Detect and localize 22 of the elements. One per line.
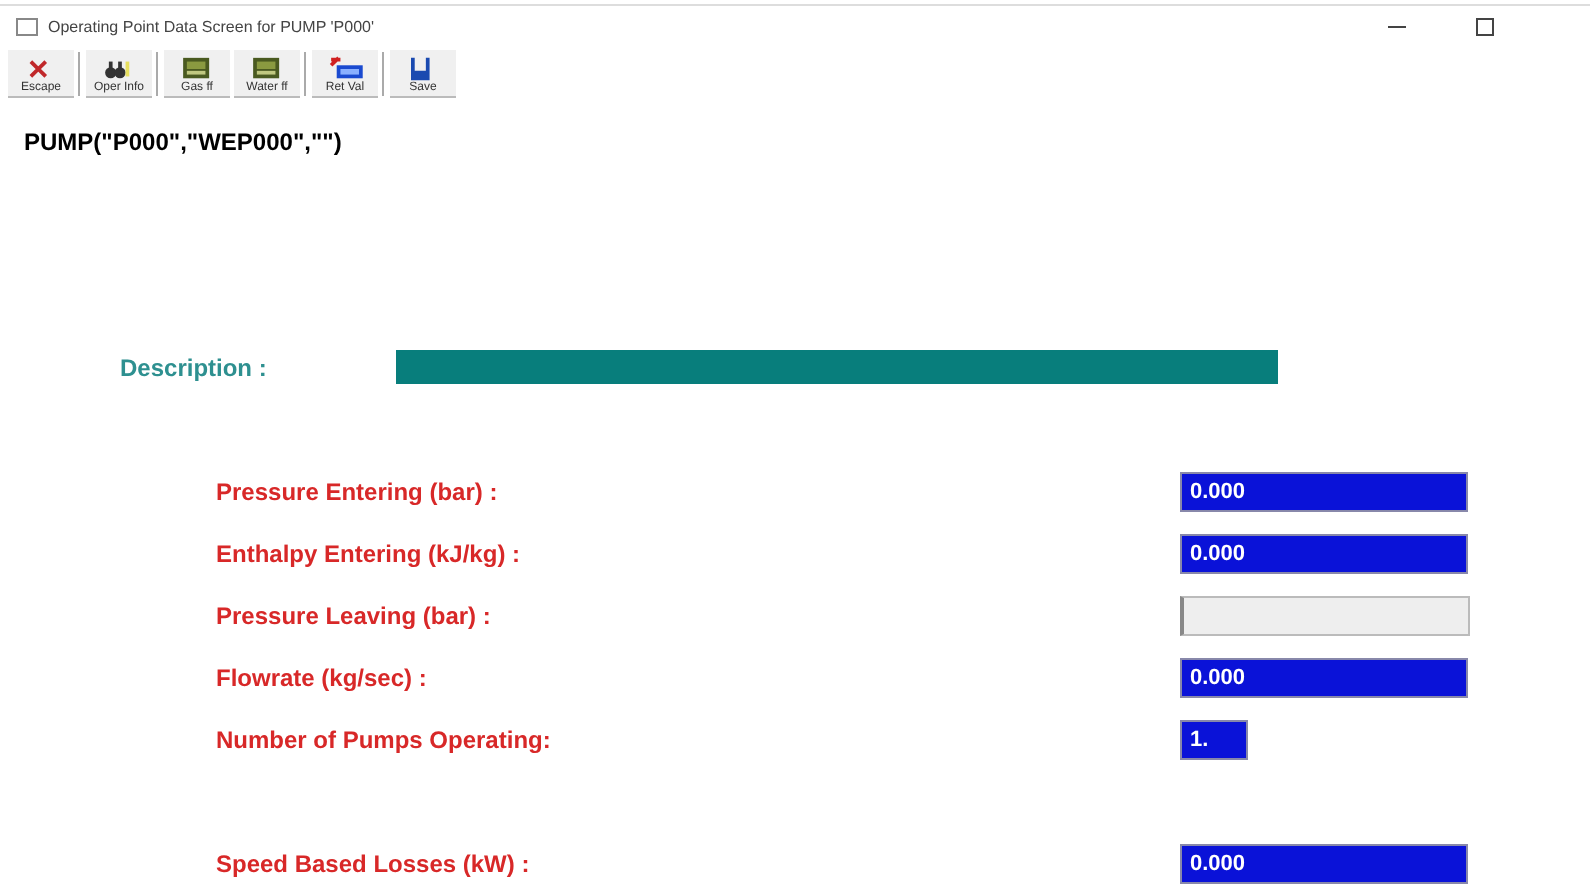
panel-icon — [179, 55, 215, 81]
minimize-button[interactable] — [1388, 25, 1406, 27]
panel-icon — [249, 55, 285, 81]
field-label: Pressure Leaving (bar) : — [216, 602, 493, 630]
maximize-button[interactable] — [1476, 17, 1494, 35]
input-field[interactable]: 0.000 — [1180, 658, 1468, 698]
input-field[interactable]: 0.000 — [1180, 534, 1468, 574]
input-field[interactable]: 1. — [1180, 720, 1248, 760]
app-icon — [16, 17, 38, 35]
window-title: Operating Point Data Screen for PUMP 'P000' — [48, 17, 374, 35]
field-label: Flowrate (kg/sec) : — [216, 664, 429, 692]
return-value-icon — [327, 55, 363, 81]
input-field[interactable]: 0.000 — [1180, 472, 1468, 512]
field-label: Number of Pumps Operating: — [216, 726, 553, 754]
record-header: PUMP("P000","WEP000","") — [24, 128, 344, 156]
input-field[interactable] — [1180, 596, 1470, 636]
input-field[interactable]: 0.000 — [1180, 844, 1468, 884]
field-label: Enthalpy Entering (kJ/kg) : — [216, 540, 523, 568]
field-label: Pressure Entering (bar) : — [216, 478, 500, 506]
description-field[interactable] — [396, 350, 1278, 384]
field-label: Description : — [120, 353, 269, 381]
field-label: Speed Based Losses (kW) : — [216, 850, 532, 878]
